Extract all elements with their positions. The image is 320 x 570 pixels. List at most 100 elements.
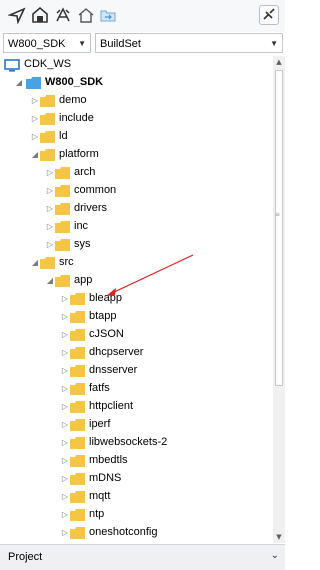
folder-icon [55,275,70,287]
folder-icon [70,437,85,449]
folder-icon [40,149,55,161]
collapsed-arrow-icon[interactable]: ▷ [60,383,70,395]
folder-icon [70,365,85,377]
config-select[interactable]: BuildSet ▼ [95,33,283,53]
tree-node[interactable]: ▷ httpclient [0,398,273,416]
tree-node-label: cJSON [89,328,124,340]
workspace-icon[interactable] [54,6,72,24]
collapsed-arrow-icon[interactable]: ▷ [45,167,55,179]
folder-icon [70,293,85,305]
monitor-icon [4,59,20,72]
folder-icon [70,455,85,467]
tree-node[interactable]: ▷ btapp [0,308,273,326]
project-folder-icon [26,77,41,89]
expanded-arrow-icon[interactable]: ◢ [45,275,55,287]
collapsed-arrow-icon[interactable]: ▷ [60,347,70,359]
tree-node-label: ntp [89,508,105,520]
tree-node[interactable]: ▷ sys [0,236,273,254]
folder-icon [70,491,85,503]
collapsed-arrow-icon[interactable]: ▷ [60,329,70,341]
tree-node[interactable]: ▷ arch [0,164,273,182]
collapsed-arrow-icon[interactable]: ▷ [45,239,55,251]
chevron-down-icon[interactable]: ⌄ [271,550,279,561]
tree-node[interactable]: ▷ dhcpserver [0,344,273,362]
tree-node-label: src [59,256,74,268]
expanded-arrow-icon[interactable]: ◢ [30,257,40,269]
collapsed-arrow-icon[interactable]: ▷ [60,473,70,485]
collapsed-arrow-icon[interactable]: ▷ [60,455,70,467]
tree-node-workspace[interactable]: CDK_WS [0,56,273,74]
tree-node[interactable]: ▷ ld [0,128,273,146]
tree-node[interactable]: ▷ inc [0,218,273,236]
tree-node-label: demo [59,94,87,106]
tree-node[interactable]: ▷ include [0,110,273,128]
folder-icon [70,329,85,341]
tree-node-label: app [74,274,93,286]
tree-node-label: include [59,112,94,124]
config-select-value: BuildSet [100,38,141,50]
tree-node[interactable]: ◢ src [0,254,273,272]
tree-node[interactable]: ◢ app [0,272,273,290]
collapsed-arrow-icon[interactable]: ▷ [45,185,55,197]
collapsed-arrow-icon[interactable]: ▷ [60,401,70,413]
folder-icon [55,203,70,215]
collapsed-arrow-icon[interactable]: ▷ [45,221,55,233]
tab-project[interactable]: Project [8,551,42,563]
folder-icon [70,401,85,413]
project-select[interactable]: W800_SDK ▼ [3,33,91,53]
tree-node[interactable]: ▷ common [0,182,273,200]
tree-node-label: common [74,184,117,196]
collapsed-arrow-icon[interactable]: ▷ [60,365,70,377]
tree-node[interactable]: ▷ libwebsockets-2 [0,434,273,452]
tree-node-project[interactable]: ◢ W800_SDK [0,74,273,92]
collapsed-arrow-icon[interactable]: ▷ [60,491,70,503]
scroll-up-icon[interactable]: ▲ [273,56,285,68]
expanded-arrow-icon[interactable]: ◢ [30,149,40,161]
tree-node-label: btapp [89,310,117,322]
tree-node[interactable]: ▷ drivers [0,200,273,218]
tree-node[interactable]: ▷ cJSON [0,326,273,344]
expanded-arrow-icon[interactable]: ◢ [14,77,24,89]
tree-node[interactable]: ▷ mbedtls [0,452,273,470]
home-outline-icon[interactable] [31,6,49,24]
collapsed-arrow-icon[interactable]: ▷ [30,95,40,107]
tree-node[interactable]: ▷ dnsserver [0,362,273,380]
tree-node-label: fatfs [89,382,110,394]
bottom-panel-bar: Project ⌄ [0,544,285,570]
collapsed-arrow-icon[interactable]: ▷ [30,113,40,125]
tree-node[interactable]: ▷ oneshotconfig [0,524,273,542]
tree-node-label: httpclient [89,400,134,412]
tree-node[interactable]: ▷ mDNS [0,470,273,488]
tree-node[interactable]: ▷ mqtt [0,488,273,506]
link-editor-button[interactable] [259,5,279,25]
folder-sync-icon[interactable] [99,6,117,24]
collapsed-arrow-icon[interactable]: ▷ [60,509,70,521]
folder-icon [55,167,70,179]
scroll-down-icon[interactable]: ▼ [273,531,285,543]
tree-scrollbar[interactable]: ▲ ≡ ▼ [273,56,285,543]
folder-icon [70,527,85,539]
folder-icon [55,185,70,197]
tree-node[interactable]: ▷ iperf [0,416,273,434]
toolbar [0,0,285,32]
home-icon[interactable] [77,6,95,24]
chevron-down-icon: ▼ [270,39,278,48]
tree-node[interactable]: ▷ bleapp [0,290,273,308]
collapsed-arrow-icon[interactable]: ▷ [60,419,70,431]
collapsed-arrow-icon[interactable]: ▷ [45,203,55,215]
collapsed-arrow-icon[interactable]: ▷ [60,311,70,323]
tree-node[interactable]: ▷ fatfs [0,380,273,398]
tree-node-label: CDK_WS [24,58,72,70]
tree-node[interactable]: ▷ ntp [0,506,273,524]
scrollbar-thumb[interactable] [275,70,283,386]
project-select-value: W800_SDK [8,38,66,50]
collapsed-arrow-icon[interactable]: ▷ [30,131,40,143]
tree-node[interactable]: ▷ demo [0,92,273,110]
collapsed-arrow-icon[interactable]: ▷ [60,293,70,305]
folder-icon [70,473,85,485]
tree-node[interactable]: ◢ platform [0,146,273,164]
navigate-arrow-icon[interactable] [8,6,26,24]
folder-icon [55,239,70,251]
collapsed-arrow-icon[interactable]: ▷ [60,437,70,449]
collapsed-arrow-icon[interactable]: ▷ [60,527,70,539]
